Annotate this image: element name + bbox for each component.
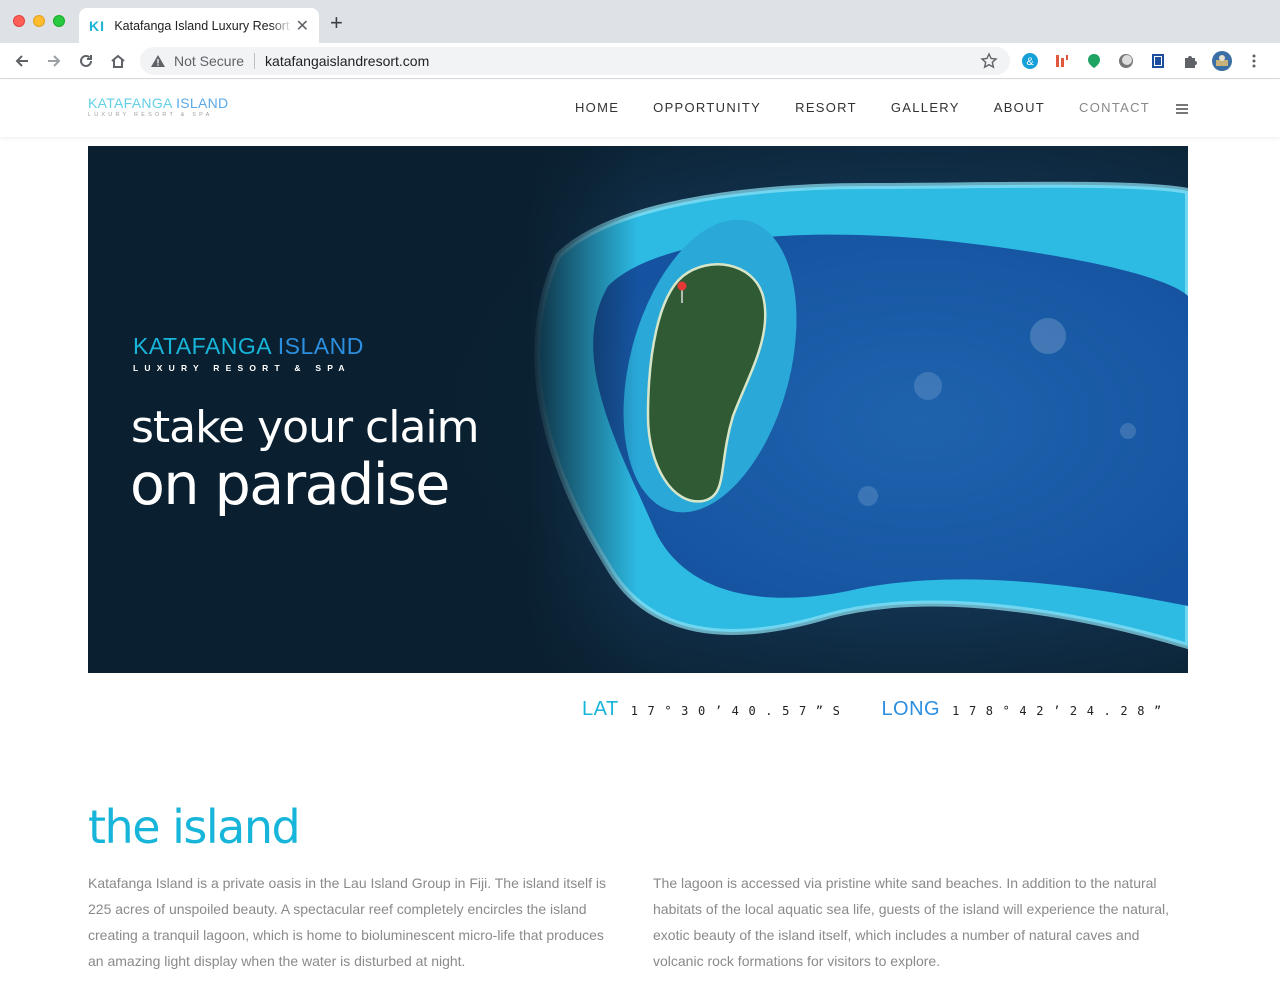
- browser-menu-icon[interactable]: [1245, 52, 1263, 70]
- logo-wordmark: KATAFANGA ISLAND: [88, 95, 228, 111]
- zoom-window-button[interactable]: [53, 15, 65, 27]
- latitude-label: LAT: [582, 698, 619, 720]
- hero-brand: KATAFANGA ISLAND LUXURY RESORT & SPA: [133, 333, 364, 373]
- reload-button[interactable]: [74, 49, 98, 73]
- browser-tab-strip: KI Katafanga Island Luxury Resort & Spa …: [0, 0, 1280, 43]
- island-description-left: Katafanga Island is a private oasis in t…: [88, 875, 607, 969]
- nav-gallery[interactable]: GALLERY: [891, 100, 960, 115]
- bookmark-star-icon[interactable]: [980, 52, 998, 70]
- back-button[interactable]: [10, 49, 34, 73]
- longitude-label: LONG: [881, 698, 941, 720]
- nav-resort[interactable]: RESORT: [795, 100, 857, 115]
- home-button[interactable]: [106, 49, 130, 73]
- coordinates-row: LAT 17°30’40.57”S LONG 178°42’24.28”: [582, 698, 1171, 721]
- tab-title: Katafanga Island Luxury Resort & Spa: [114, 18, 291, 33]
- grammarly-extension-icon[interactable]: &: [1021, 52, 1039, 70]
- extension-leaf-icon[interactable]: [1085, 52, 1103, 70]
- minimize-window-button[interactable]: [33, 15, 45, 27]
- logo-word-katafanga: KATAFANGA: [88, 95, 172, 111]
- reload-icon: [80, 54, 92, 67]
- hero-tagline-line1: stake your claim: [131, 402, 479, 453]
- hero-brand-tagline: LUXURY RESORT & SPA: [133, 363, 351, 373]
- extension-circle-icon[interactable]: [1117, 52, 1135, 70]
- hero-tagline-line2: on paradise: [130, 452, 450, 518]
- nav-home[interactable]: HOME: [575, 100, 619, 115]
- latitude-value: 17°30’40.57”S: [630, 704, 850, 718]
- site-header: KATAFANGA ISLAND LUXURY RESORT & SPA HOM…: [0, 80, 1280, 137]
- hero-brand-word-katafanga: KATAFANGA: [133, 333, 271, 359]
- arrow-left-icon: [15, 55, 28, 67]
- hero-brand-wordmark: KATAFANGA ISLAND: [133, 333, 364, 360]
- address-bar[interactable]: Not Secure katafangaislandresort.com: [140, 47, 1010, 75]
- forward-button[interactable]: [42, 49, 66, 73]
- browser-toolbar: Not Secure katafangaislandresort.com &: [0, 43, 1280, 79]
- browser-tab[interactable]: KI Katafanga Island Luxury Resort & Spa …: [79, 8, 319, 43]
- nav-about[interactable]: ABOUT: [994, 100, 1045, 115]
- arrow-right-icon: [48, 55, 61, 67]
- logo-tagline: LUXURY RESORT & SPA: [88, 112, 213, 118]
- section-title-the-island: the island: [88, 800, 301, 854]
- extension-book-icon[interactable]: [1149, 52, 1167, 70]
- site-logo[interactable]: KATAFANGA ISLAND LUXURY RESORT & SPA: [88, 95, 228, 118]
- tab-close-icon[interactable]: ✕: [296, 16, 309, 36]
- url-text[interactable]: katafangaislandresort.com: [265, 53, 429, 69]
- nav-opportunity[interactable]: OPPORTUNITY: [653, 100, 761, 115]
- map-pin-icon: [677, 281, 687, 303]
- omnibox-divider: [254, 53, 256, 69]
- site-favicon-icon: KI: [89, 17, 105, 34]
- security-label: Not Secure: [174, 53, 245, 69]
- hero-banner: KATAFANGA ISLAND LUXURY RESORT & SPA sta…: [88, 146, 1188, 673]
- logo-word-island: ISLAND: [176, 95, 229, 111]
- nav-contact[interactable]: CONTACT: [1079, 100, 1150, 115]
- profile-avatar-icon[interactable]: [1212, 51, 1232, 71]
- home-icon: [111, 54, 125, 68]
- extension-bars-icon[interactable]: [1053, 52, 1071, 70]
- warning-icon: [151, 55, 165, 67]
- longitude-value: 178°42’24.28”: [952, 704, 1171, 718]
- extensions-puzzle-icon[interactable]: [1181, 52, 1199, 70]
- hamburger-menu-icon[interactable]: [1176, 103, 1188, 114]
- close-window-button[interactable]: [13, 15, 25, 27]
- island-description-right: The lagoon is accessed via pristine whit…: [653, 875, 1169, 969]
- main-navigation: HOME OPPORTUNITY RESORT GALLERY ABOUT CO…: [541, 100, 1188, 115]
- svg-text:&: &: [1026, 56, 1034, 68]
- new-tab-button[interactable]: +: [330, 12, 343, 34]
- hero-brand-word-island: ISLAND: [277, 333, 364, 359]
